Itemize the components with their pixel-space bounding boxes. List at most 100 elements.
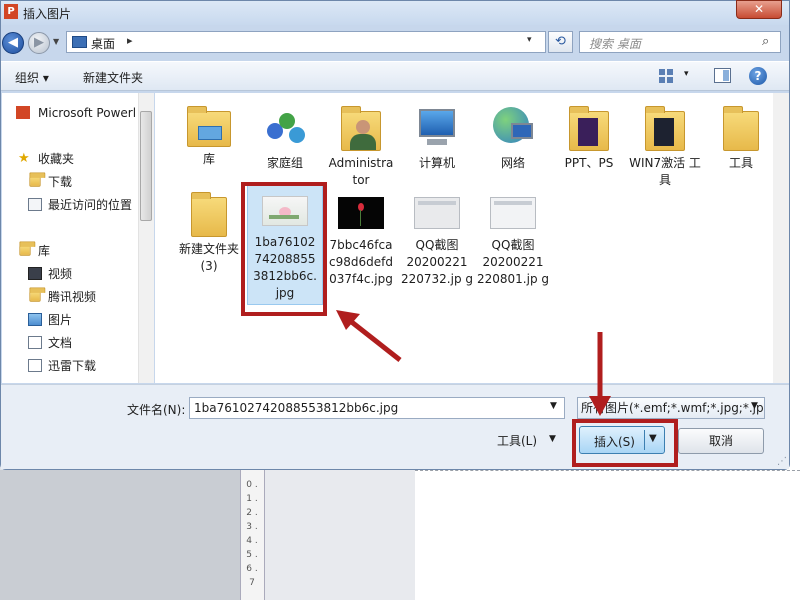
library-folder-icon	[187, 106, 231, 147]
file-item-qq-screenshot-1[interactable]: QQ截图 20200221 220732.jp g	[397, 191, 477, 288]
download-folder-icon	[29, 172, 46, 187]
network-icon	[489, 103, 537, 151]
file-item-ppt-ps[interactable]: PPT、PS	[549, 103, 629, 172]
nav-item-tencent-video[interactable]: 腾讯视频	[29, 287, 96, 307]
folder-icon	[645, 106, 685, 151]
file-label: QQ截图 20200221 220801.jp g	[476, 238, 549, 286]
nav-label: 文档	[48, 336, 73, 350]
close-button[interactable]: ✕	[736, 0, 782, 19]
file-label: 网络	[500, 156, 525, 170]
filetype-dropdown-icon[interactable]: ▼	[751, 401, 758, 411]
nav-item-powerpoint[interactable]: Microsoft Powerl	[16, 103, 137, 123]
highlight-box-insert-button	[572, 419, 678, 467]
nav-item-pictures[interactable]: 图片	[28, 310, 73, 330]
file-label: 计算机	[418, 156, 455, 170]
powerpoint-icon	[16, 106, 30, 119]
computer-icon	[413, 103, 461, 151]
library-icon	[19, 241, 36, 256]
homegroup-icon	[261, 103, 309, 151]
desktop-icon	[72, 36, 87, 48]
nav-label: 库	[38, 244, 51, 258]
nav-item-videos[interactable]: 视频	[28, 264, 73, 284]
address-location[interactable]: 桌面	[91, 35, 115, 52]
thunder-download-icon	[28, 359, 42, 372]
file-item-dark-image[interactable]: 7bbc46fca c98d6defd 037f4c.jpg	[321, 191, 401, 288]
breadcrumb-separator-icon[interactable]: ▸	[127, 34, 133, 47]
filename-dropdown-icon[interactable]: ▼	[550, 401, 557, 411]
folder-icon	[569, 106, 609, 151]
view-dropdown-icon[interactable]: ▾	[684, 69, 689, 79]
help-icon[interactable]: ?	[749, 67, 767, 85]
annotation-arrow-to-file	[336, 310, 402, 362]
file-item-computer[interactable]: 计算机	[397, 103, 477, 172]
background-margin	[265, 470, 415, 600]
screenshot-thumbnail	[490, 197, 536, 229]
file-label: 7bbc46fca c98d6defd 037f4c.jpg	[329, 238, 393, 286]
file-label: 工具	[728, 156, 753, 170]
resize-grip-icon[interactable]: ⋰	[777, 456, 787, 467]
powerpoint-icon: P	[4, 4, 18, 19]
file-label: QQ截图 20200221 220732.jp g	[400, 238, 473, 286]
file-item-tools[interactable]: 工具	[701, 103, 781, 172]
file-item-network[interactable]: 网络	[473, 103, 553, 172]
video-icon	[28, 267, 42, 280]
nav-item-libraries[interactable]: 库	[19, 241, 51, 261]
screenshot-thumbnail	[414, 197, 460, 229]
search-input[interactable]: 搜索 桌面 ⌕	[579, 31, 781, 53]
nav-label: 图片	[48, 313, 73, 327]
file-item-homegroup[interactable]: 家庭组	[245, 103, 325, 172]
nav-label: 最近访问的位置	[48, 198, 133, 212]
file-item-qq-screenshot-2[interactable]: QQ截图 20200221 220801.jp g	[473, 191, 553, 288]
refresh-button[interactable]: ⟲	[548, 31, 573, 53]
file-list-scrollbar[interactable]	[773, 93, 789, 383]
file-label: 库	[202, 152, 215, 166]
folder-icon	[723, 106, 759, 151]
cancel-button[interactable]: 取消	[678, 428, 764, 454]
ruler-labels: 0 . 1 . 2 . 3 . 4 . 5 . 6 . 7	[246, 480, 258, 588]
file-label: 新建文件夹 (3)	[178, 242, 239, 273]
file-item-administrator[interactable]: Administra tor	[321, 103, 401, 189]
tencent-video-icon	[29, 287, 46, 302]
nav-item-recent[interactable]: 最近访问的位置	[28, 195, 133, 215]
nav-label: 下载	[48, 175, 73, 189]
file-label: WIN7激活 工具	[629, 156, 701, 187]
nav-label: Microsoft Powerl	[38, 106, 137, 120]
organize-button[interactable]: 组织 ▾	[15, 69, 49, 86]
search-icon[interactable]: ⌕	[762, 34, 769, 49]
title-bar: P 插入图片 ✕	[1, 0, 789, 25]
file-label: 家庭组	[266, 156, 303, 170]
filename-label: 文件名(N):	[127, 403, 186, 417]
navigation-pane: Microsoft Powerl ★ 收藏夹 下载 最近访问的位置 库 视频 腾…	[2, 93, 154, 383]
forward-button[interactable]: ▶	[28, 32, 50, 54]
address-bar[interactable]: 桌面 ▸ ▾	[66, 31, 546, 53]
file-label: Administra tor	[328, 156, 394, 187]
recent-pages-dropdown-icon[interactable]: ▼	[53, 37, 63, 47]
nav-item-downloads[interactable]: 下载	[29, 172, 73, 192]
star-icon: ★	[18, 151, 30, 166]
view-options-icon[interactable]	[659, 69, 673, 83]
tools-dropdown-icon[interactable]: ▼	[549, 434, 556, 444]
annotation-arrow-to-insert	[589, 332, 611, 416]
recent-places-icon	[28, 198, 42, 211]
address-dropdown-icon[interactable]: ▾	[527, 35, 532, 45]
command-toolbar: 组织 ▾ 新建文件夹 ▾ ?	[1, 61, 789, 91]
insert-picture-dialog: P 插入图片 ✕ ◀ ▶ ▼ 桌面 ▸ ▾ ⟲ 搜索 桌面 ⌕ 组织 ▾ 新建文…	[0, 0, 790, 470]
filename-input[interactable]: 1ba76102742088553812bb6c.jpg	[189, 397, 565, 419]
new-folder-button[interactable]: 新建文件夹	[83, 69, 143, 86]
back-button[interactable]: ◀	[2, 32, 24, 54]
file-item-win7[interactable]: WIN7激活 工具	[625, 103, 705, 189]
slide-canvas	[415, 470, 800, 600]
nav-item-favorites[interactable]: ★ 收藏夹	[18, 149, 75, 169]
user-folder-icon	[341, 106, 381, 151]
file-item-library[interactable]: 库	[169, 103, 249, 168]
nav-item-documents[interactable]: 文档	[28, 333, 73, 353]
file-item-new-folder-3[interactable]: 新建文件夹 (3)	[169, 191, 249, 275]
preview-pane-icon[interactable]	[714, 68, 731, 83]
nav-scrollbar-thumb[interactable]	[140, 111, 152, 221]
nav-label: 收藏夹	[38, 152, 75, 166]
tools-menu-button[interactable]: 工具(L)	[497, 432, 537, 449]
highlight-box-selected-file	[241, 182, 327, 316]
nav-item-thunder[interactable]: 迅雷下载	[28, 356, 96, 376]
dialog-title: 插入图片	[23, 7, 72, 21]
nav-label: 视频	[48, 267, 73, 281]
